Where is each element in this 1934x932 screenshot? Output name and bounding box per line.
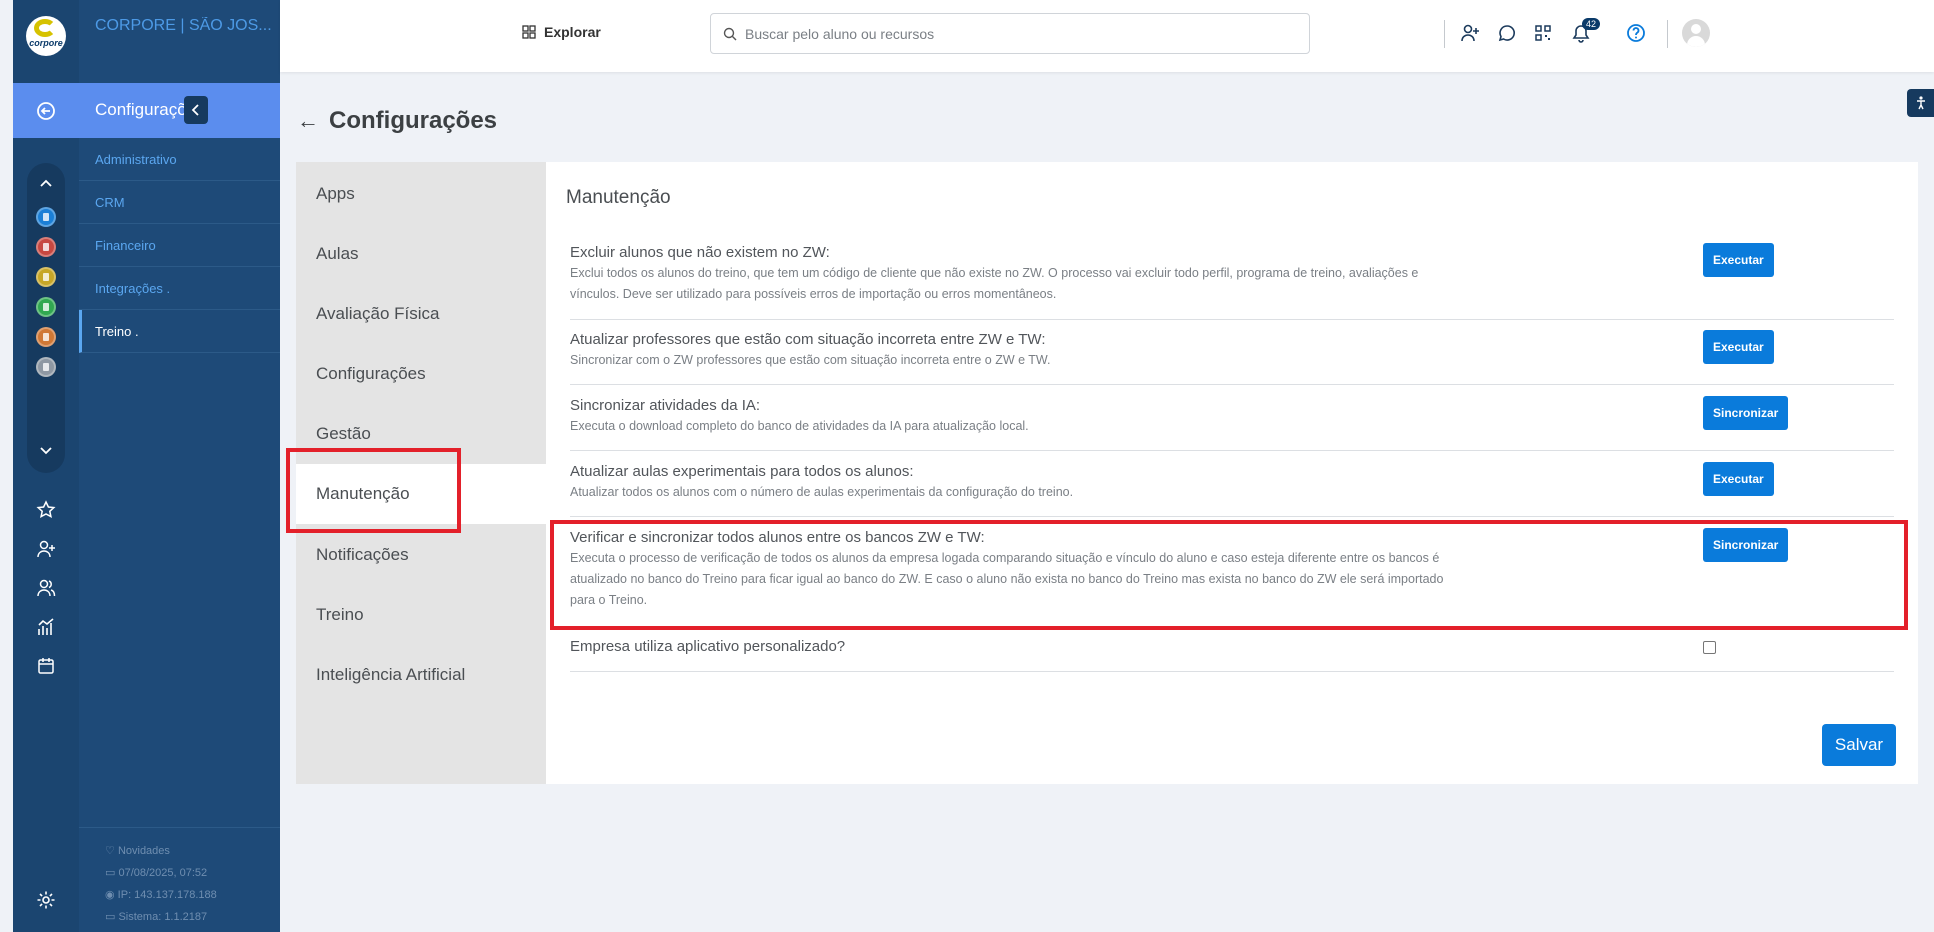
menu-item-administrativo[interactable]: Administrativo <box>79 138 280 181</box>
row-description: Atualizar todos os alunos com o número d… <box>570 485 1074 499</box>
collapse-menu-button[interactable] <box>184 96 208 124</box>
secondary-menu: CORPORE | SÃO JOS... Configurações Admin… <box>79 0 280 932</box>
tab-aulas[interactable]: Aulas <box>296 224 546 284</box>
execute-delete-students-button[interactable]: Executar <box>1703 243 1774 277</box>
menu-section-settings[interactable]: Configurações <box>79 83 280 138</box>
page-title-label: Configurações <box>329 107 498 134</box>
search-box[interactable] <box>710 13 1310 54</box>
menu-item-treino[interactable]: Treino . <box>79 310 280 353</box>
row-title: Sincronizar atividades da IA: <box>570 397 761 414</box>
tab-treino[interactable]: Treino <box>296 585 546 645</box>
tab-apps[interactable]: Apps <box>296 164 546 224</box>
page-title: ← Configurações <box>297 107 497 135</box>
chart-icon[interactable] <box>33 614 59 640</box>
notifications-bell-icon[interactable]: 42 <box>1568 18 1601 46</box>
tab-inteligencia-artificial[interactable]: Inteligência Artificial <box>296 645 546 705</box>
row-description: Executa o download completo do banco de … <box>570 419 1029 433</box>
chevron-up-icon[interactable] <box>27 175 65 191</box>
explore-label: Explorar <box>544 24 601 40</box>
lightbulb-icon: ♡ <box>105 845 115 857</box>
row-description: Exclui todos os alunos do treino, que te… <box>570 266 1419 301</box>
module-switcher <box>27 163 65 473</box>
maintenance-row: Excluir alunos que não existem no ZW: Ex… <box>570 244 1894 320</box>
company-logo[interactable]: corpore <box>26 16 66 56</box>
user-avatar[interactable] <box>1682 19 1710 47</box>
tab-configuracoes[interactable]: Configurações <box>296 344 546 404</box>
top-bar: Explorar 42 <box>280 0 1934 72</box>
location-icon: ◉ <box>105 889 115 901</box>
footer-system-label: Sistema: 1.1.2187 <box>118 911 208 923</box>
menu-item-crm[interactable]: CRM <box>79 181 280 224</box>
footer-system: ▭ Sistema: 1.1.2187 <box>105 910 207 923</box>
company-name[interactable]: CORPORE | SÃO JOS... <box>95 17 275 35</box>
add-user-icon[interactable] <box>1457 20 1483 46</box>
module-icon-yellow[interactable] <box>36 267 56 287</box>
notifications-badge: 42 <box>1582 18 1601 30</box>
people-icon[interactable] <box>33 575 59 601</box>
footer-news-label: Novidades <box>117 845 170 857</box>
tab-notificacoes[interactable]: Notificações <box>296 525 546 585</box>
calendar-small-icon: ▭ <box>105 867 116 879</box>
maintenance-row: Atualizar professores que estão com situ… <box>570 331 1894 385</box>
calendar-icon[interactable] <box>33 653 59 679</box>
menu-item-integracoes[interactable]: Integrações . <box>79 267 280 310</box>
row-title: Excluir alunos que não existem no ZW: <box>570 244 830 261</box>
execute-update-teachers-button[interactable]: Executar <box>1703 330 1774 364</box>
row-title: Atualizar aulas experimentais para todos… <box>570 463 914 480</box>
maintenance-row: Sincronizar atividades da IA: Executa o … <box>570 397 1894 451</box>
footer-date: ▭ 07/08/2025, 07:52 <box>105 866 207 879</box>
search-input[interactable] <box>745 25 1285 42</box>
divider <box>79 827 280 828</box>
arrow-left-icon[interactable]: ← <box>297 108 319 134</box>
add-person-icon[interactable] <box>33 536 59 562</box>
footer-news[interactable]: ♡ Novidades <box>105 844 170 857</box>
sync-ia-activities-button[interactable]: Sincronizar <box>1703 396 1789 430</box>
panel-title: Manutenção <box>566 187 671 208</box>
maintenance-row: Atualizar aulas experimentais para todos… <box>570 463 1894 517</box>
row-title: Atualizar professores que estão com situ… <box>570 331 1046 348</box>
monitor-icon: ▭ <box>105 911 116 923</box>
custom-app-checkbox[interactable] <box>1703 641 1716 654</box>
divider <box>1667 20 1668 48</box>
search-icon <box>723 27 737 40</box>
divider <box>1444 20 1445 48</box>
settings-gear-icon[interactable] <box>25 883 67 917</box>
back-icon[interactable] <box>13 83 79 138</box>
tab-avaliacao-fisica[interactable]: Avaliação Física <box>296 284 546 344</box>
icon-rail: corpore <box>13 0 79 932</box>
qr-code-icon[interactable] <box>1530 20 1556 46</box>
accessibility-tab-icon[interactable] <box>1907 89 1934 117</box>
highlight-box <box>550 520 1908 630</box>
help-icon[interactable] <box>1623 20 1649 46</box>
module-icon-gray[interactable] <box>36 357 56 377</box>
module-icon-orange[interactable] <box>36 327 56 347</box>
footer-ip-label: IP: 143.137.178.188 <box>117 889 217 901</box>
chat-icon[interactable] <box>1494 20 1520 46</box>
module-icon-green[interactable] <box>36 297 56 317</box>
grid-icon <box>522 25 536 39</box>
module-icon-blue[interactable] <box>36 207 56 227</box>
save-button[interactable]: Salvar <box>1822 724 1896 766</box>
row-description: Sincronizar com o ZW professores que est… <box>570 353 1051 367</box>
highlight-box <box>286 448 461 533</box>
footer-ip: ◉ IP: 143.137.178.188 <box>105 888 217 901</box>
chevron-down-icon[interactable] <box>27 443 65 459</box>
execute-trial-classes-button[interactable]: Executar <box>1703 462 1774 496</box>
footer-date-label: 07/08/2025, 07:52 <box>118 867 208 879</box>
row-title: Empresa utiliza aplicativo personalizado… <box>570 638 846 655</box>
explore-button[interactable]: Explorar <box>522 24 601 40</box>
module-icon-red[interactable] <box>36 237 56 257</box>
star-icon[interactable] <box>33 497 59 523</box>
menu-item-financeiro[interactable]: Financeiro <box>79 224 280 267</box>
settings-card: Apps Aulas Avaliação Física Configuraçõe… <box>296 162 1918 784</box>
custom-app-row: Empresa utiliza aplicativo personalizado… <box>570 638 1894 672</box>
